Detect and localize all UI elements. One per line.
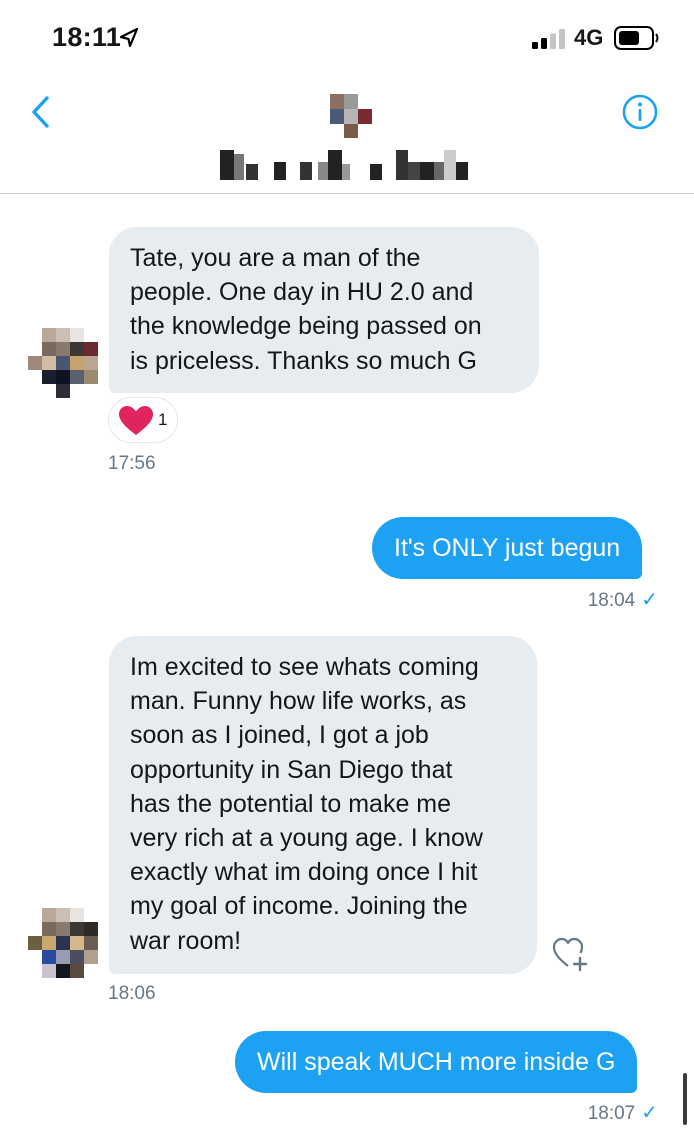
message-line: the knowledge being passed on (130, 312, 482, 341)
reaction-chip[interactable]: 1 (108, 397, 178, 443)
battery-icon (614, 26, 659, 50)
message-line: my goal of income. Joining the (130, 892, 468, 921)
message-text: It's ONLY just begun (394, 534, 621, 562)
checkmark-icon: ✓ (641, 1102, 658, 1124)
info-circle-icon[interactable] (620, 92, 660, 132)
message-line: opportunity in San Diego that (130, 755, 453, 784)
message-line: exactly what im doing once I hit (130, 858, 478, 887)
conversation-header (0, 80, 694, 194)
timestamp-text: 18:07 (587, 1103, 636, 1124)
status-bar: 18:11 4G (0, 0, 694, 80)
message-line: man. Funny how life works, as (130, 687, 467, 716)
message-line: is priceless. Thanks so much G (130, 346, 477, 375)
message-timestamp: 18:07 ✓ (588, 1100, 658, 1125)
checkmark-icon: ✓ (641, 589, 658, 611)
sender-avatar[interactable] (28, 908, 98, 978)
heart-plus-icon[interactable] (551, 934, 591, 974)
message-line: Tate, you are a man of the (130, 244, 421, 272)
message-line: soon as I joined, I got a job (130, 721, 429, 750)
heart-icon (119, 406, 153, 435)
message-line: people. One day in HU 2.0 and (130, 278, 474, 307)
message-timestamp: 17:56 (108, 453, 156, 474)
message-bubble-outgoing[interactable]: It's ONLY just begun (372, 517, 643, 579)
message-bubble-incoming[interactable]: Im excited to see whats coming man. Funn… (109, 636, 537, 974)
network-type: 4G (574, 25, 604, 50)
location-arrow-icon (119, 27, 139, 48)
timestamp-text: 18:04 (587, 590, 636, 611)
contact-name-obscured (220, 150, 468, 180)
message-line: war room! (130, 926, 242, 955)
scrollbar[interactable] (683, 1073, 687, 1125)
message-bubble-incoming[interactable]: Tate, you are a man of the people. One d… (109, 227, 539, 393)
status-time: 18:11 (52, 22, 122, 52)
message-timestamp: 18:04 ✓ (588, 587, 658, 612)
contact-avatar[interactable] (330, 94, 372, 138)
signal-bars-icon (532, 29, 565, 49)
message-bubble-outgoing[interactable]: Will speak MUCH more inside G (235, 1031, 638, 1093)
message-text: Will speak MUCH more inside G (257, 1048, 616, 1076)
message-line: has the potential to make me (130, 789, 452, 818)
message-line: Im excited to see whats coming (130, 653, 479, 681)
message-line: very rich at a young age. I know (130, 824, 483, 853)
sender-avatar[interactable] (28, 328, 98, 398)
reaction-count: 1 (158, 410, 168, 429)
message-timestamp: 18:06 (108, 983, 156, 1004)
chevron-left-icon[interactable] (22, 92, 62, 132)
